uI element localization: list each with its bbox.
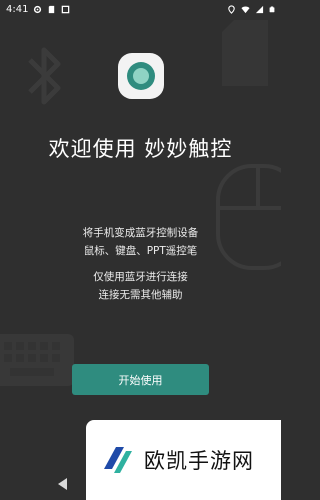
logo-ring [127, 62, 155, 90]
cellular-icon [255, 5, 264, 13]
logo-core [133, 68, 149, 84]
start-button[interactable]: 开始使用 [72, 364, 209, 395]
document-background-icon [222, 20, 268, 86]
keyboard-background-icon [0, 334, 74, 386]
watermark-logo-icon [104, 447, 132, 473]
gear-icon [34, 5, 42, 13]
back-icon[interactable] [56, 477, 70, 491]
wifi-icon [241, 6, 250, 13]
desc-line-4: 连接无需其他辅助 [98, 289, 183, 301]
watermark: 欧凯手游网 [86, 420, 281, 500]
location-icon [228, 4, 235, 14]
bluetooth-background-icon [28, 47, 61, 105]
status-time: 4:41 [6, 3, 29, 15]
welcome-screen: 4:41 欢迎使用 妙妙触控 将手机变成蓝牙控制设备 鼠标、键盘、PPT遥控笔 … [0, 0, 281, 500]
welcome-title: 欢迎使用 妙妙触控 [48, 137, 233, 161]
desc-line-1: 将手机变成蓝牙控制设备 [82, 227, 199, 239]
desc-line-2: 鼠标、键盘、PPT遥控笔 [83, 245, 198, 257]
watermark-text: 欧凯手游网 [144, 449, 254, 473]
app-logo [118, 53, 164, 99]
status-bar: 4:41 [0, 0, 281, 18]
battery-icon [269, 6, 275, 12]
sim-card-icon [49, 5, 55, 13]
desc-line-3: 仅使用蓝牙进行连接 [93, 271, 188, 283]
square-icon [62, 5, 70, 13]
